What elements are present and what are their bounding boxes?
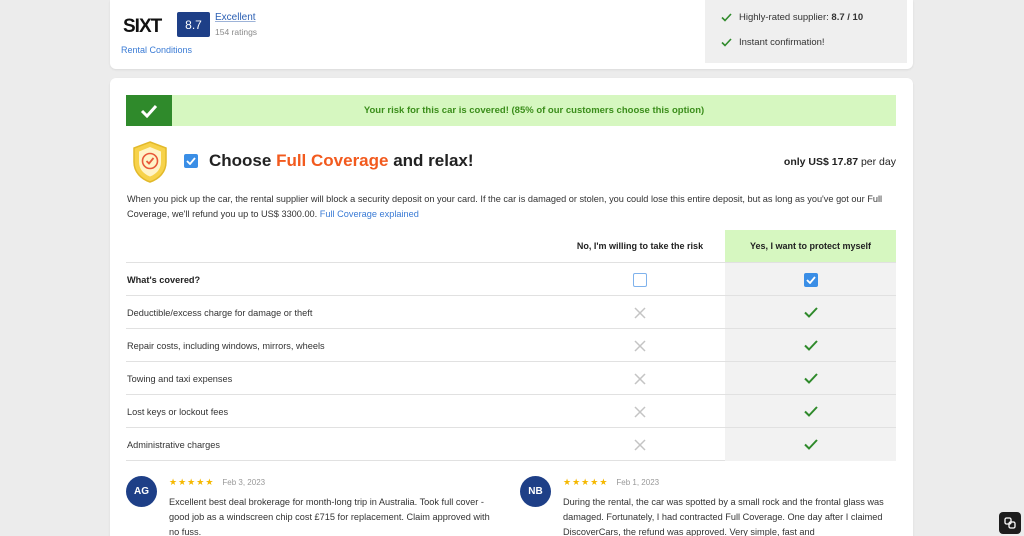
row-label: Towing and taxi expenses: [127, 373, 233, 384]
coverage-card: Your risk for this car is covered! (85% …: [110, 78, 913, 536]
cell-yes: [725, 395, 896, 428]
star-icon: ★: [572, 477, 581, 487]
star-icon: ★: [590, 477, 599, 487]
svg-text:SIXT: SIXT: [123, 16, 163, 37]
check-icon: [803, 340, 818, 351]
check-icon: [803, 439, 818, 450]
table-row: Administrative charges: [126, 427, 896, 461]
cell-yes: [725, 329, 896, 362]
table-row: Lost keys or lockout fees: [126, 394, 896, 428]
star-icon: ★: [563, 477, 572, 487]
table-header: No, I'm willing to take the risk Yes, I …: [126, 230, 896, 262]
star-icon: ★: [581, 477, 590, 487]
benefits-panel: Highly-rated supplier: 8.7 / 10 Instant …: [705, 0, 907, 63]
cross-icon: [634, 372, 646, 385]
check-icon: [140, 104, 158, 118]
table-row: Repair costs, including windows, mirrors…: [126, 328, 896, 362]
row-label: Lost keys or lockout fees: [127, 406, 229, 417]
check-icon: [805, 275, 816, 284]
cell-yes: [725, 428, 896, 461]
review-stars: ★ ★ ★ ★ ★ Feb 3, 2023: [169, 477, 265, 488]
coverage-title: Choose Full Coverage and relax!: [209, 151, 474, 170]
rental-conditions-link[interactable]: Rental Conditions: [121, 45, 192, 55]
cell-yes: [725, 263, 896, 296]
supplier-card: SIXT 8.7 Excellent 154 ratings Rental Co…: [110, 0, 913, 69]
row-label: Repair costs, including windows, mirrors…: [127, 340, 325, 351]
cell-no: [540, 263, 740, 296]
cell-no: [540, 395, 740, 428]
covered-banner: Your risk for this car is covered! (85% …: [126, 95, 896, 126]
cross-icon: [634, 306, 646, 319]
table-row: Towing and taxi expenses: [126, 361, 896, 395]
accept-coverage-checkbox[interactable]: [803, 272, 818, 287]
benefit-text: Highly-rated supplier: 8.7 / 10: [739, 11, 864, 23]
cross-icon: [634, 405, 646, 418]
column-header-no: No, I'm willing to take the risk: [576, 241, 704, 251]
ratings-count: 154 ratings: [215, 27, 258, 37]
check-icon: [803, 373, 818, 384]
row-label: What's covered?: [127, 274, 201, 285]
cross-icon: [634, 339, 646, 352]
review-date: Feb 3, 2023: [222, 478, 266, 487]
sixt-logo: SIXT: [123, 16, 164, 37]
banner-text: Your risk for this car is covered! (85% …: [363, 105, 705, 116]
shield-check-icon: [133, 141, 167, 183]
star-icon: ★: [178, 477, 187, 487]
review-text: Excellent best deal brokerage for month-…: [169, 497, 490, 536]
check-icon: [721, 37, 732, 47]
avatar: NB: [520, 476, 551, 507]
check-icon: [803, 406, 818, 417]
star-icon: ★: [169, 477, 178, 487]
decline-coverage-checkbox[interactable]: [633, 272, 647, 287]
cell-no: [540, 296, 740, 329]
cell-no: [540, 362, 740, 395]
cell-no: [540, 329, 740, 362]
cell-no: [540, 428, 740, 461]
full-coverage-checkbox[interactable]: [184, 154, 198, 168]
review-text: During the rental, the car was spotted b…: [563, 497, 884, 536]
coverage-description: When you pick up the car, the rental sup…: [127, 194, 883, 219]
coverage-title-highlight: Full Coverage: [276, 151, 389, 170]
rating-label[interactable]: Excellent: [215, 12, 256, 23]
cell-yes: [725, 296, 896, 329]
check-icon: [186, 157, 196, 165]
column-header-yes: Yes, I want to protect myself: [725, 230, 896, 262]
coverage-table: No, I'm willing to take the risk Yes, I …: [126, 230, 896, 461]
row-label: Administrative charges: [127, 439, 220, 450]
check-icon: [803, 307, 818, 318]
benefit-item: Highly-rated supplier: 8.7 / 10: [721, 8, 907, 26]
star-icon: ★: [196, 477, 205, 487]
table-row: Deductible/excess charge for damage or t…: [126, 295, 896, 329]
cross-icon: [634, 438, 646, 451]
row-label: Deductible/excess charge for damage or t…: [127, 307, 313, 318]
coverage-price: only US$ 17.87 per day: [783, 156, 896, 168]
review-stars: ★ ★ ★ ★ ★ Feb 1, 2023: [563, 477, 659, 488]
table-row-whats-covered: What's covered?: [126, 262, 896, 296]
full-coverage-explained-link[interactable]: Full Coverage explained: [320, 209, 419, 219]
cell-yes: [725, 362, 896, 395]
review-date: Feb 1, 2023: [616, 478, 660, 487]
link-button[interactable]: [999, 512, 1021, 534]
star-icon: ★: [205, 477, 214, 487]
banner-check-box: [126, 95, 172, 126]
star-icon: ★: [599, 477, 608, 487]
benefit-item: Instant confirmation!: [721, 33, 907, 51]
rating-score: 8.7: [177, 12, 210, 37]
avatar: AG: [126, 476, 157, 507]
check-icon: [721, 12, 732, 22]
star-icon: ★: [187, 477, 196, 487]
benefit-text: Instant confirmation!: [739, 36, 825, 48]
link-icon: [1004, 517, 1016, 529]
